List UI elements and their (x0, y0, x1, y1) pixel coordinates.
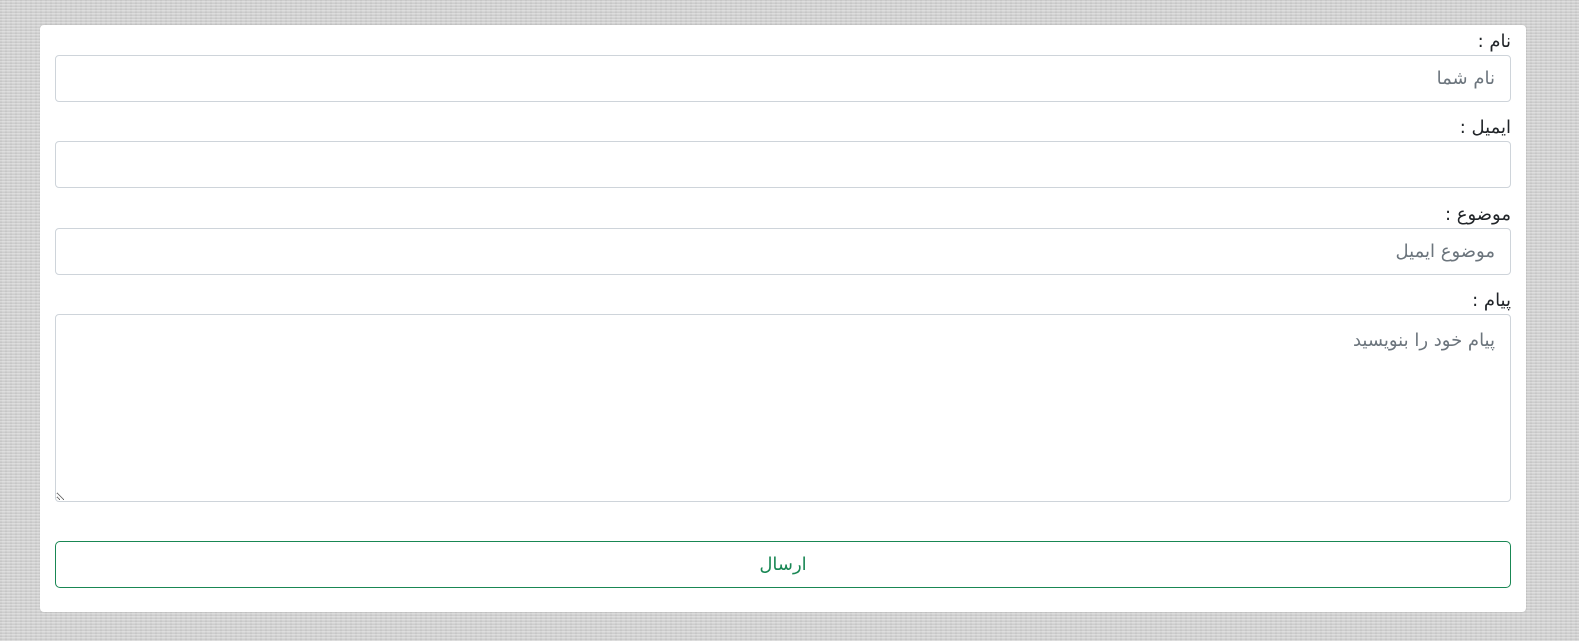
message-label: پیام : (1472, 290, 1511, 311)
subject-label: موضوع : (1444, 204, 1511, 225)
send-button[interactable]: ارسال (55, 541, 1511, 588)
name-input[interactable] (55, 55, 1511, 102)
message-textarea[interactable] (55, 314, 1511, 502)
contact-form-card: نام : ایمیل : موضوع : پیام : ارسال (40, 25, 1526, 612)
email-label: ایمیل : (1459, 117, 1511, 138)
email-input[interactable] (55, 141, 1511, 188)
name-label: نام : (1477, 31, 1511, 52)
subject-input[interactable] (55, 228, 1511, 275)
